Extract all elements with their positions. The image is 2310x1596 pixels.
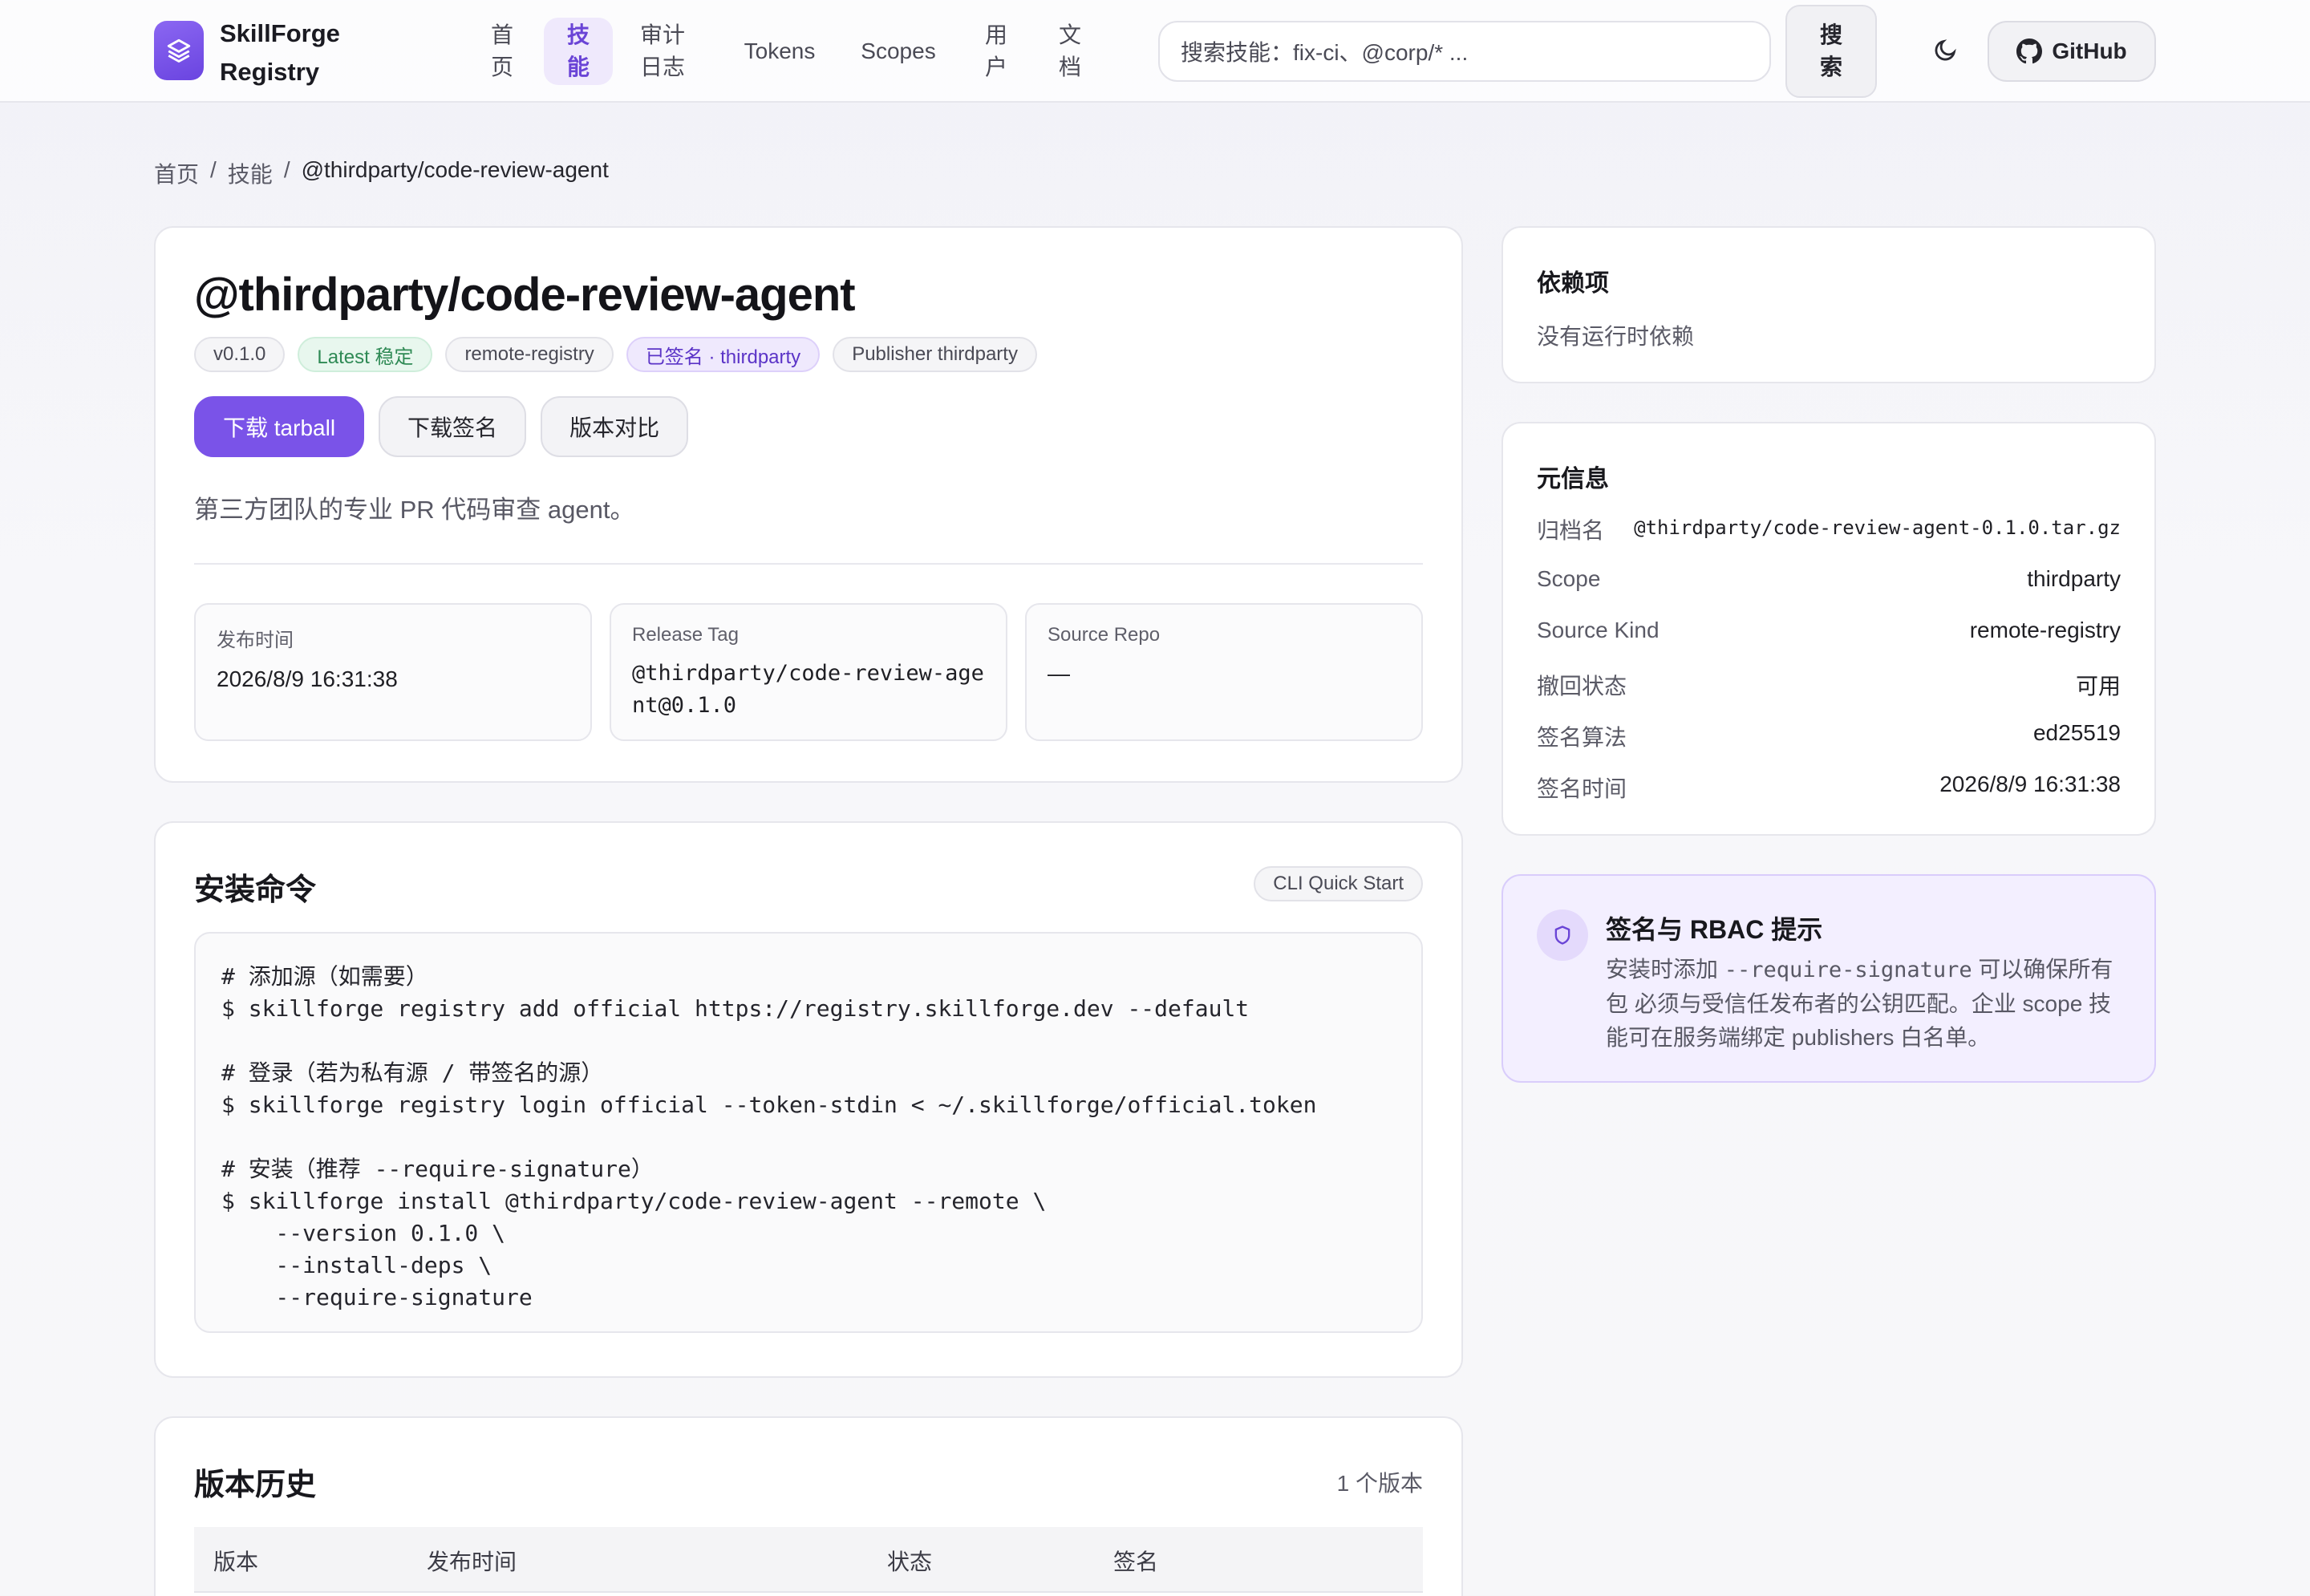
stat-label: 发布时间	[217, 630, 294, 651]
nav-audit-log[interactable]: 审计日志	[638, 18, 687, 85]
nav-skills[interactable]: 技能	[544, 18, 613, 85]
column-version[interactable]: 版本	[213, 1545, 258, 1577]
install-card: 安装命令 CLI Quick Start # 添加源（如需要） $ skillfo…	[154, 821, 1463, 1378]
stat-label: Source Repo	[1048, 624, 1161, 646]
dependencies-card: 依赖项 没有运行时依赖	[1502, 226, 2156, 383]
badge-row: v0.1.0 Latest 稳定 remote-registry 已签名 · t…	[194, 337, 1037, 372]
search-button[interactable]: 搜索	[1785, 5, 1877, 98]
code-line: --version 0.1.0 \	[221, 1220, 506, 1246]
publisher-badge: Publisher thirdparty	[833, 337, 1037, 372]
breadcrumb-current: @thirdparty/code-review-agent	[301, 157, 609, 182]
meta-key: 归档名	[1537, 518, 1605, 543]
github-button[interactable]: GitHub	[1988, 21, 2156, 82]
meta-key: Source Kind	[1537, 618, 1660, 642]
meta-signature-algorithm: 签名算法 ed25519	[1537, 720, 2121, 752]
dependencies-empty: 没有运行时依赖	[1537, 324, 1695, 349]
breadcrumb-separator: /	[210, 157, 217, 182]
brand-name[interactable]: SkillForge Registry	[220, 14, 356, 91]
stat-release-tag: Release Tag @thirdparty/code-review-agen…	[610, 603, 1007, 741]
download-tarball-button[interactable]: 下载 tarball	[194, 396, 365, 457]
logo-layers-icon[interactable]	[154, 21, 204, 80]
rbac-text-part: 安装时添加	[1606, 957, 1724, 982]
shield-icon	[1537, 909, 1588, 961]
code-line: --install-deps \	[221, 1252, 492, 1278]
stat-published-at: 发布时间 2026/8/9 16:31:38	[194, 603, 592, 741]
code-line: # 登录（若为私有源 / 带签名的源）	[221, 1059, 604, 1086]
stat-value: 2026/8/9 16:31:38	[217, 666, 398, 691]
meta-archive-name: 归档名 @thirdparty/code-review-agent-0.1.0.…	[1537, 513, 2121, 545]
install-code-block[interactable]: # 添加源（如需要） $ skillforge registry add offi…	[194, 932, 1423, 1333]
meta-signed-at: 签名时间 2026/8/9 16:31:38	[1537, 772, 2121, 804]
code-line: $ skillforge install @thirdparty/code-re…	[221, 1188, 1047, 1214]
rbac-hint-card: 签名与 RBAC 提示 安装时添加 --require-signature 可以…	[1502, 874, 2156, 1083]
meta-key: Scope	[1537, 566, 1601, 591]
require-signature-flag: --require-signature	[1724, 958, 1972, 982]
meta-value: 可用	[2075, 674, 2121, 699]
meta-key: 撤回状态	[1537, 674, 1627, 699]
metadata-card: 元信息 归档名 @thirdparty/code-review-agent-0.…	[1502, 422, 2156, 836]
divider	[194, 563, 1423, 565]
version-count: 1 个版本	[1336, 1471, 1423, 1496]
breadcrumb-skills[interactable]: 技能	[228, 157, 273, 189]
nav-home[interactable]: 首页	[486, 18, 518, 85]
meta-value: ed25519	[2032, 720, 2121, 745]
version-history-card: 版本历史 1 个版本 版本 发布时间 状态 签名	[154, 1416, 1463, 1596]
column-published-at[interactable]: 发布时间	[427, 1545, 517, 1577]
code-line: $ skillforge registry login official --t…	[221, 1092, 1317, 1118]
meta-key: 签名时间	[1537, 776, 1627, 801]
action-row: 下载 tarball 下载签名 版本对比	[194, 396, 689, 457]
moon-icon[interactable]	[1931, 37, 1959, 64]
page-title: @thirdparty/code-review-agent	[194, 269, 856, 321]
breadcrumb: 首页 / 技能 / @thirdparty/code-review-agent	[154, 157, 609, 189]
meta-value: thirdparty	[2027, 566, 2121, 591]
nav-scopes[interactable]: Scopes	[857, 18, 940, 85]
meta-revocation-status: 撤回状态 可用	[1537, 669, 2121, 701]
code-line: # 安装（推荐 --require-signature）	[221, 1156, 654, 1182]
meta-value: 2026/8/9 16:31:38	[1939, 772, 2121, 796]
github-icon	[2016, 38, 2043, 64]
stat-value: @thirdparty/code-review-agent@0.1.0	[632, 661, 984, 718]
stat-value: —	[1048, 661, 1070, 686]
github-label: GitHub	[2052, 38, 2127, 63]
download-signature-button[interactable]: 下载签名	[379, 396, 527, 457]
meta-value: remote-registry	[1969, 618, 2121, 642]
meta-scope: Scope thirdparty	[1537, 566, 2121, 598]
column-status[interactable]: 状态	[887, 1545, 932, 1577]
install-title: 安装命令	[194, 873, 317, 907]
code-line: --require-signature	[221, 1284, 533, 1310]
signed-badge: 已签名 · thirdparty	[626, 337, 821, 372]
nav-users[interactable]: 用户	[980, 18, 1012, 85]
breadcrumb-separator: /	[283, 157, 290, 182]
rbac-title: 签名与 RBAC 提示	[1606, 915, 1823, 944]
cli-quick-start-chip: CLI Quick Start	[1254, 866, 1423, 901]
compare-versions-button[interactable]: 版本对比	[541, 396, 689, 457]
meta-value: @thirdparty/code-review-agent-0.1.0.tar.…	[1634, 516, 2121, 539]
source-kind-badge: remote-registry	[445, 337, 614, 372]
nav-docs[interactable]: 文档	[1054, 18, 1086, 85]
search-input[interactable]: 搜索技能：fix-ci、@corp/* ...	[1158, 21, 1771, 82]
latest-badge: Latest 稳定	[298, 337, 433, 372]
meta-key: 签名算法	[1537, 725, 1627, 750]
code-line: # 添加源（如需要）	[221, 963, 428, 990]
breadcrumb-home[interactable]: 首页	[154, 157, 199, 189]
history-title: 版本历史	[194, 1468, 317, 1502]
top-nav: SkillForge Registry 首页 技能 审计日志 Tokens Sc…	[0, 0, 2310, 103]
skill-description: 第三方团队的专业 PR 代码审查 agent。	[194, 496, 635, 524]
stat-source-repo: Source Repo —	[1025, 603, 1423, 741]
version-badge: v0.1.0	[194, 337, 286, 372]
dependencies-title: 依赖项	[1537, 270, 1609, 297]
column-signature[interactable]: 签名	[1113, 1545, 1158, 1577]
code-line: $ skillforge registry add official https…	[221, 995, 1250, 1022]
skill-header-card: @thirdparty/code-review-agent v0.1.0 Lat…	[154, 226, 1463, 783]
metadata-title: 元信息	[1537, 466, 1609, 492]
rbac-text: 安装时添加 --require-signature 可以确保所有包 必须与受信任…	[1606, 953, 2119, 1055]
history-table-header: 版本 发布时间 状态 签名	[194, 1527, 1423, 1593]
meta-source-kind: Source Kind remote-registry	[1537, 618, 2121, 650]
nav-tokens[interactable]: Tokens	[740, 18, 820, 85]
stat-label: Release Tag	[632, 624, 739, 646]
